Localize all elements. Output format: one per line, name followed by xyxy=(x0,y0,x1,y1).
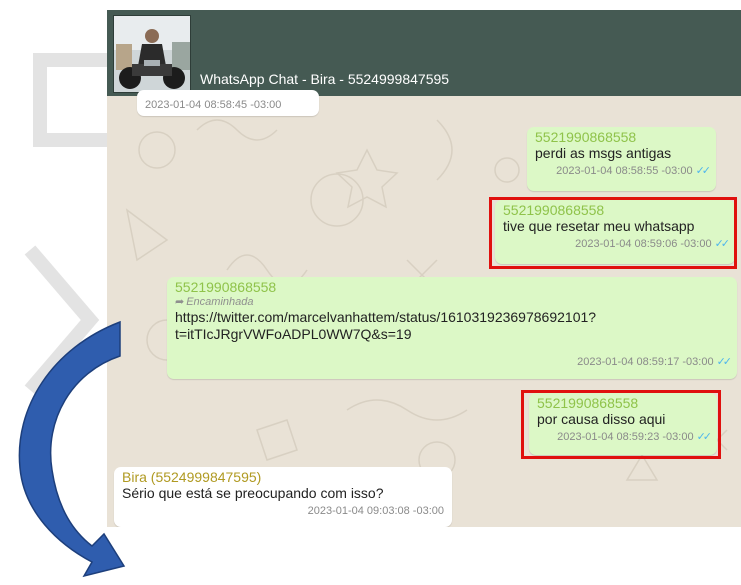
curved-arrow-icon xyxy=(18,320,126,578)
